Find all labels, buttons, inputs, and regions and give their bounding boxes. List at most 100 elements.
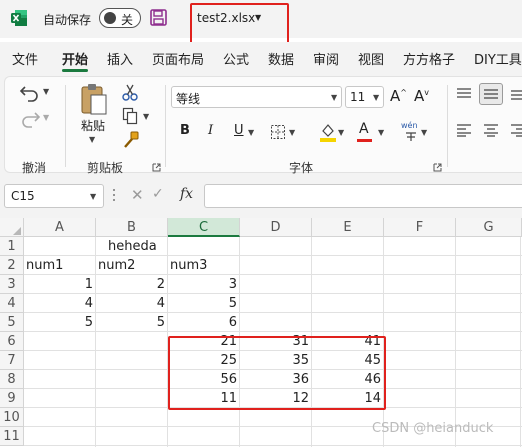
clipboard-launcher-icon[interactable] (152, 163, 161, 172)
row-header-4[interactable]: 4 (0, 294, 24, 313)
row-header-5[interactable]: 5 (0, 313, 24, 332)
cell-b4[interactable]: 4 (96, 294, 167, 313)
phonetic-guide-icon[interactable] (404, 131, 418, 143)
insert-function-button[interactable]: fx (180, 186, 193, 202)
borders-dropdown-icon[interactable]: ▼ (289, 128, 295, 137)
fill-color-icon[interactable] (319, 122, 337, 142)
cell-c3[interactable]: 3 (168, 275, 239, 294)
row-header-1[interactable]: 1 (0, 237, 24, 256)
cancel-icon[interactable]: ✕ (131, 186, 144, 204)
undo-icon[interactable] (19, 83, 41, 103)
excel-logo-icon (11, 10, 27, 26)
column-header-c[interactable]: C (168, 218, 240, 237)
font-name-select[interactable]: 等线 (171, 86, 342, 108)
chevron-down-icon[interactable]: ▼ (373, 93, 379, 102)
row-header-11[interactable]: 11 (0, 427, 24, 446)
italic-button[interactable]: I (208, 123, 213, 138)
phonetic-guide-label[interactable]: wén (401, 121, 418, 130)
paste-dropdown-icon[interactable]: ▼ (89, 135, 95, 144)
cell-a2[interactable]: num1 (24, 256, 95, 275)
redo-dropdown-icon[interactable]: ▼ (43, 113, 49, 122)
data-range-highlight-box (168, 336, 386, 410)
group-divider (165, 85, 166, 167)
cell-c4[interactable]: 5 (168, 294, 239, 313)
undo-dropdown-icon[interactable]: ▼ (43, 87, 49, 96)
align-bottom-icon[interactable] (510, 87, 522, 101)
row-header-7[interactable]: 7 (0, 351, 24, 370)
column-header-a[interactable]: A (24, 218, 96, 237)
copy-icon[interactable] (122, 107, 138, 125)
font-launcher-icon[interactable] (433, 163, 442, 172)
underline-dropdown-icon[interactable]: ▼ (248, 128, 254, 137)
underline-button[interactable]: U (234, 123, 244, 138)
save-disk-icon[interactable] (150, 9, 167, 26)
bold-button[interactable]: B (180, 123, 190, 138)
cell-c2[interactable]: num3 (168, 256, 239, 275)
borders-icon[interactable] (270, 124, 286, 140)
cell-b3[interactable]: 2 (96, 275, 167, 294)
enter-check-icon[interactable]: ✓ (152, 186, 164, 202)
autosave-label: 自动保存 (43, 13, 92, 27)
paste-label[interactable]: 粘贴 (81, 117, 105, 134)
font-color-dropdown-icon[interactable]: ▼ (378, 128, 384, 137)
ribbon-tabs: 文件 开始 插入 页面布局 公式 数据 审阅 视图 方方格子 DIY工具 (0, 42, 522, 74)
tab-view[interactable]: 视图 (358, 49, 384, 68)
worksheet-grid[interactable]: ABCDEFG 1 2 3 4 5 6 7 8 9 10 11 heheda num1 num2 num3… (0, 218, 522, 447)
gridline-vertical (455, 237, 456, 447)
font-color-swatch (357, 139, 372, 142)
tab-file[interactable]: 文件 (12, 49, 38, 68)
row-header-9[interactable]: 9 (0, 389, 24, 408)
tab-insert[interactable]: 插入 (107, 49, 133, 68)
chevron-down-icon[interactable]: ▼ (90, 192, 96, 201)
more-options-icon[interactable] (112, 187, 116, 203)
align-center-icon[interactable] (483, 123, 499, 137)
cell-c5[interactable]: 6 (168, 313, 239, 332)
row-header-2[interactable]: 2 (0, 256, 24, 275)
align-right-icon[interactable] (510, 123, 522, 137)
row-header-3[interactable]: 3 (0, 275, 24, 294)
group-divider (65, 85, 66, 167)
align-middle-icon (484, 89, 498, 99)
align-top-icon[interactable] (456, 87, 472, 101)
autosave-state: 关 (121, 13, 134, 27)
chevron-down-icon[interactable]: ▼ (331, 93, 337, 102)
tab-page-layout[interactable]: 页面布局 (152, 49, 204, 68)
column-header-f[interactable]: F (384, 218, 456, 237)
tab-review[interactable]: 审阅 (313, 49, 339, 68)
cell-b1[interactable]: heheda (96, 237, 167, 256)
copy-dropdown-icon[interactable]: ▼ (143, 112, 149, 121)
column-header-d[interactable]: D (240, 218, 312, 237)
row-header-6[interactable]: 6 (0, 332, 24, 351)
row-header-10[interactable]: 10 (0, 408, 24, 427)
active-tab-indicator (62, 69, 88, 72)
redo-icon[interactable] (19, 109, 41, 129)
title-bar: 自动保存 关 test2.xlsx ▼ (0, 0, 522, 46)
name-box[interactable]: C15 (4, 184, 104, 208)
align-left-icon[interactable] (456, 123, 472, 137)
tab-home[interactable]: 开始 (62, 49, 88, 68)
select-all-button[interactable] (0, 218, 24, 237)
cell-a5[interactable]: 5 (24, 313, 95, 332)
increase-font-size-icon[interactable]: A^ (390, 87, 407, 105)
tab-formulas[interactable]: 公式 (223, 49, 249, 68)
column-header-g[interactable]: G (456, 218, 522, 237)
formula-input[interactable] (204, 184, 522, 208)
phonetic-dropdown-icon[interactable]: ▼ (421, 128, 427, 137)
paste-clipboard-icon[interactable] (79, 83, 109, 117)
fill-color-dropdown-icon[interactable]: ▼ (338, 128, 344, 137)
decrease-font-size-icon[interactable]: Av (414, 87, 429, 105)
tab-data[interactable]: 数据 (268, 49, 294, 68)
cell-b5[interactable]: 5 (96, 313, 167, 332)
tab-fangfang[interactable]: 方方格子 (403, 49, 455, 68)
column-header-e[interactable]: E (312, 218, 384, 237)
cell-a4[interactable]: 4 (24, 294, 95, 313)
tab-diy-tools[interactable]: DIY工具 (474, 49, 522, 68)
column-header-b[interactable]: B (96, 218, 168, 237)
row-header-8[interactable]: 8 (0, 370, 24, 389)
cell-a3[interactable]: 1 (24, 275, 95, 294)
font-color-icon[interactable]: A (359, 121, 369, 137)
scissors-icon[interactable] (122, 83, 138, 101)
cell-b2[interactable]: num2 (96, 256, 167, 275)
format-painter-icon[interactable] (122, 131, 140, 149)
autosave-toggle[interactable]: 关 (99, 8, 141, 28)
